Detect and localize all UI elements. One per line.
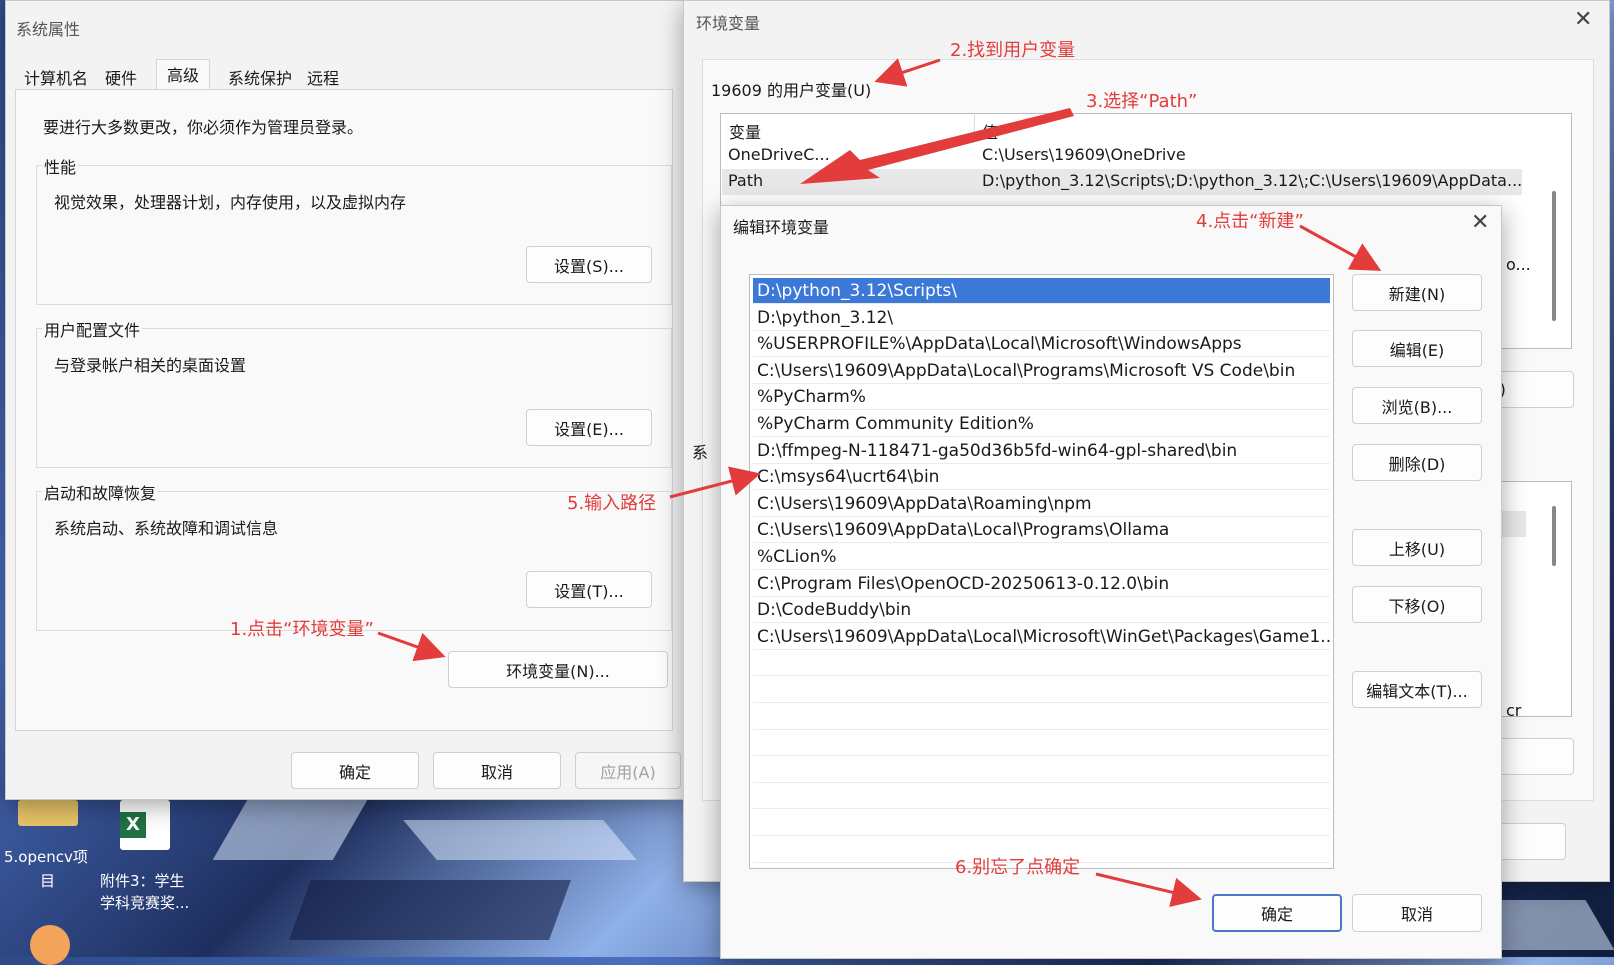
tab-computer-name[interactable]: 计算机名 (20, 63, 92, 91)
performance-desc: 视觉效果，处理器计划，内存使用，以及虚拟内存 (54, 193, 407, 212)
scrollbar[interactable] (1552, 191, 1556, 321)
performance-settings-button[interactable]: 设置(S)... (526, 246, 652, 283)
annotation-step3: 3.选择“Path” (1086, 91, 1198, 112)
path-entry[interactable]: C:\msys64\ucrt64\bin (753, 464, 1330, 491)
path-entry[interactable]: %USERPROFILE%\AppData\Local\Microsoft\Wi… (753, 331, 1330, 358)
path-entry[interactable]: C:\Users\19609\AppData\Roaming\npm (753, 491, 1330, 517)
edit-text-button[interactable]: 编辑文本(T)... (1352, 671, 1482, 708)
partial-value: cr (1506, 701, 1522, 720)
ok-button[interactable]: 确定 (291, 752, 419, 789)
system-vars-label: 系 (692, 443, 709, 462)
desktop-folder-icon[interactable] (18, 800, 78, 826)
edit-environment-variable-dialog: 编辑环境变量 ✕ D:\python_3.12\Scripts\ D:\pytho… (720, 205, 1502, 959)
move-down-button[interactable]: 下移(O) (1352, 586, 1482, 623)
excel-file-icon[interactable]: X (120, 800, 170, 850)
variable-value: C:\Users\19609\OneDrive (982, 145, 1186, 164)
wallpaper-shard (212, 800, 368, 860)
edit-button[interactable]: 编辑(E) (1352, 330, 1482, 367)
column-divider (974, 115, 975, 141)
environment-variables-button[interactable]: 环境变量(N)... (448, 651, 668, 688)
tab-remote[interactable]: 远程 (303, 63, 343, 91)
profile-settings-button[interactable]: 设置(E)... (526, 409, 652, 446)
path-entry[interactable]: D:\python_3.12\ (753, 305, 1330, 331)
path-entry[interactable]: D:\ffmpeg-N-118471-ga50d36b5fd-win64-gpl… (753, 438, 1330, 464)
new-button[interactable]: 新建(N) (1352, 274, 1482, 311)
sun-icon (30, 925, 70, 965)
startup-title: 启动和故障恢复 (42, 480, 159, 504)
browse-button[interactable]: 浏览(B)... (1352, 387, 1482, 424)
desktop-icon-label: 附件3：学生 (100, 872, 185, 890)
path-entry[interactable]: C:\Users\19609\AppData\Local\Programs\Ol… (753, 517, 1330, 544)
window-title: 环境变量 (696, 14, 761, 33)
path-entry[interactable]: D:\CodeBuddy\bin (753, 597, 1330, 624)
desktop-icon-label: 学科竞赛奖... (100, 894, 190, 912)
delete-button[interactable]: 删除(D) (1352, 444, 1482, 481)
path-entry[interactable]: C:\Users\19609\AppData\Local\Programs\Mi… (753, 358, 1330, 384)
annotation-step4: 4.点击“新建” (1196, 211, 1304, 232)
annotation-step1: 1.点击“环境变量” (230, 619, 374, 640)
column-header-variable: 变量 (729, 123, 762, 142)
apply-button[interactable]: 应用(A) (575, 752, 681, 789)
tab-advanced[interactable]: 高级 (156, 59, 211, 92)
path-entry[interactable]: C:\Program Files\OpenOCD-20250613-0.12.0… (753, 571, 1330, 597)
system-properties-window: 系统属性 计算机名 硬件 高级 系统保护 远程 要进行大多数更改，你必须作为管理… (5, 0, 685, 800)
wallpaper-shard (403, 820, 637, 860)
tab-hardware[interactable]: 硬件 (101, 63, 141, 91)
column-header-value: 值 (982, 123, 999, 142)
path-entry[interactable]: C:\Users\19609\AppData\Local\Microsoft\W… (753, 624, 1330, 650)
variable-value: D:\python_3.12\Scripts\;D:\python_3.12\;… (982, 171, 1523, 190)
user-vars-label: 19609 的用户变量(U) (711, 81, 872, 100)
variable-name: Path (728, 171, 764, 190)
cancel-button[interactable]: 取消 (1352, 894, 1482, 932)
empty-row[interactable] (753, 810, 1330, 836)
dialog-title: 编辑环境变量 (733, 218, 830, 237)
variable-name: OneDriveC... (728, 145, 830, 164)
desktop-icon-label: 5.opencv项 (4, 848, 88, 866)
annotation-step6: 6.别忘了点确定 (955, 857, 1081, 878)
admin-notice: 要进行大多数更改，你必须作为管理员登录。 (43, 118, 364, 137)
cancel-button[interactable]: 取消 (433, 752, 561, 789)
table-row[interactable]: OneDriveC... C:\Users\19609\OneDrive (722, 143, 1522, 169)
table-row[interactable]: Path D:\python_3.12\Scripts\;D:\python_3… (722, 169, 1522, 195)
profile-title: 用户配置文件 (42, 317, 143, 341)
empty-row[interactable] (753, 704, 1330, 730)
path-entry[interactable]: D:\python_3.12\Scripts\ (753, 278, 1330, 304)
desktop-icon-label: 目 (40, 872, 56, 890)
empty-row[interactable] (753, 730, 1330, 757)
ok-button[interactable]: 确定 (1212, 894, 1342, 932)
path-entry[interactable]: %PyCharm Community Edition% (753, 411, 1330, 437)
path-entry[interactable]: %PyCharm% (753, 384, 1330, 411)
empty-row[interactable] (753, 677, 1330, 703)
performance-group (36, 165, 672, 305)
path-entries-list[interactable]: D:\python_3.12\Scripts\ D:\python_3.12\ %U… (749, 274, 1334, 869)
partial-value: o... (1506, 255, 1531, 274)
empty-row[interactable] (753, 757, 1330, 783)
empty-row[interactable] (753, 650, 1330, 677)
wallpaper-shard (289, 880, 571, 940)
close-icon[interactable]: ✕ (1574, 7, 1592, 32)
close-icon[interactable]: ✕ (1471, 210, 1489, 235)
profile-group (36, 328, 672, 468)
startup-settings-button[interactable]: 设置(T)... (526, 571, 652, 608)
move-up-button[interactable]: 上移(U) (1352, 529, 1482, 566)
annotation-step5: 5.输入路径 (567, 493, 657, 514)
tab-system-protection[interactable]: 系统保护 (224, 63, 296, 91)
window-title: 系统属性 (16, 20, 81, 39)
scrollbar[interactable] (1552, 506, 1556, 566)
path-entry[interactable]: %CLion% (753, 544, 1330, 570)
profile-desc: 与登录帐户相关的桌面设置 (54, 356, 247, 375)
empty-row[interactable] (753, 783, 1330, 810)
annotation-step2: 2.找到用户变量 (950, 40, 1076, 61)
startup-desc: 系统启动、系统故障和调试信息 (54, 519, 279, 538)
performance-title: 性能 (42, 154, 79, 178)
